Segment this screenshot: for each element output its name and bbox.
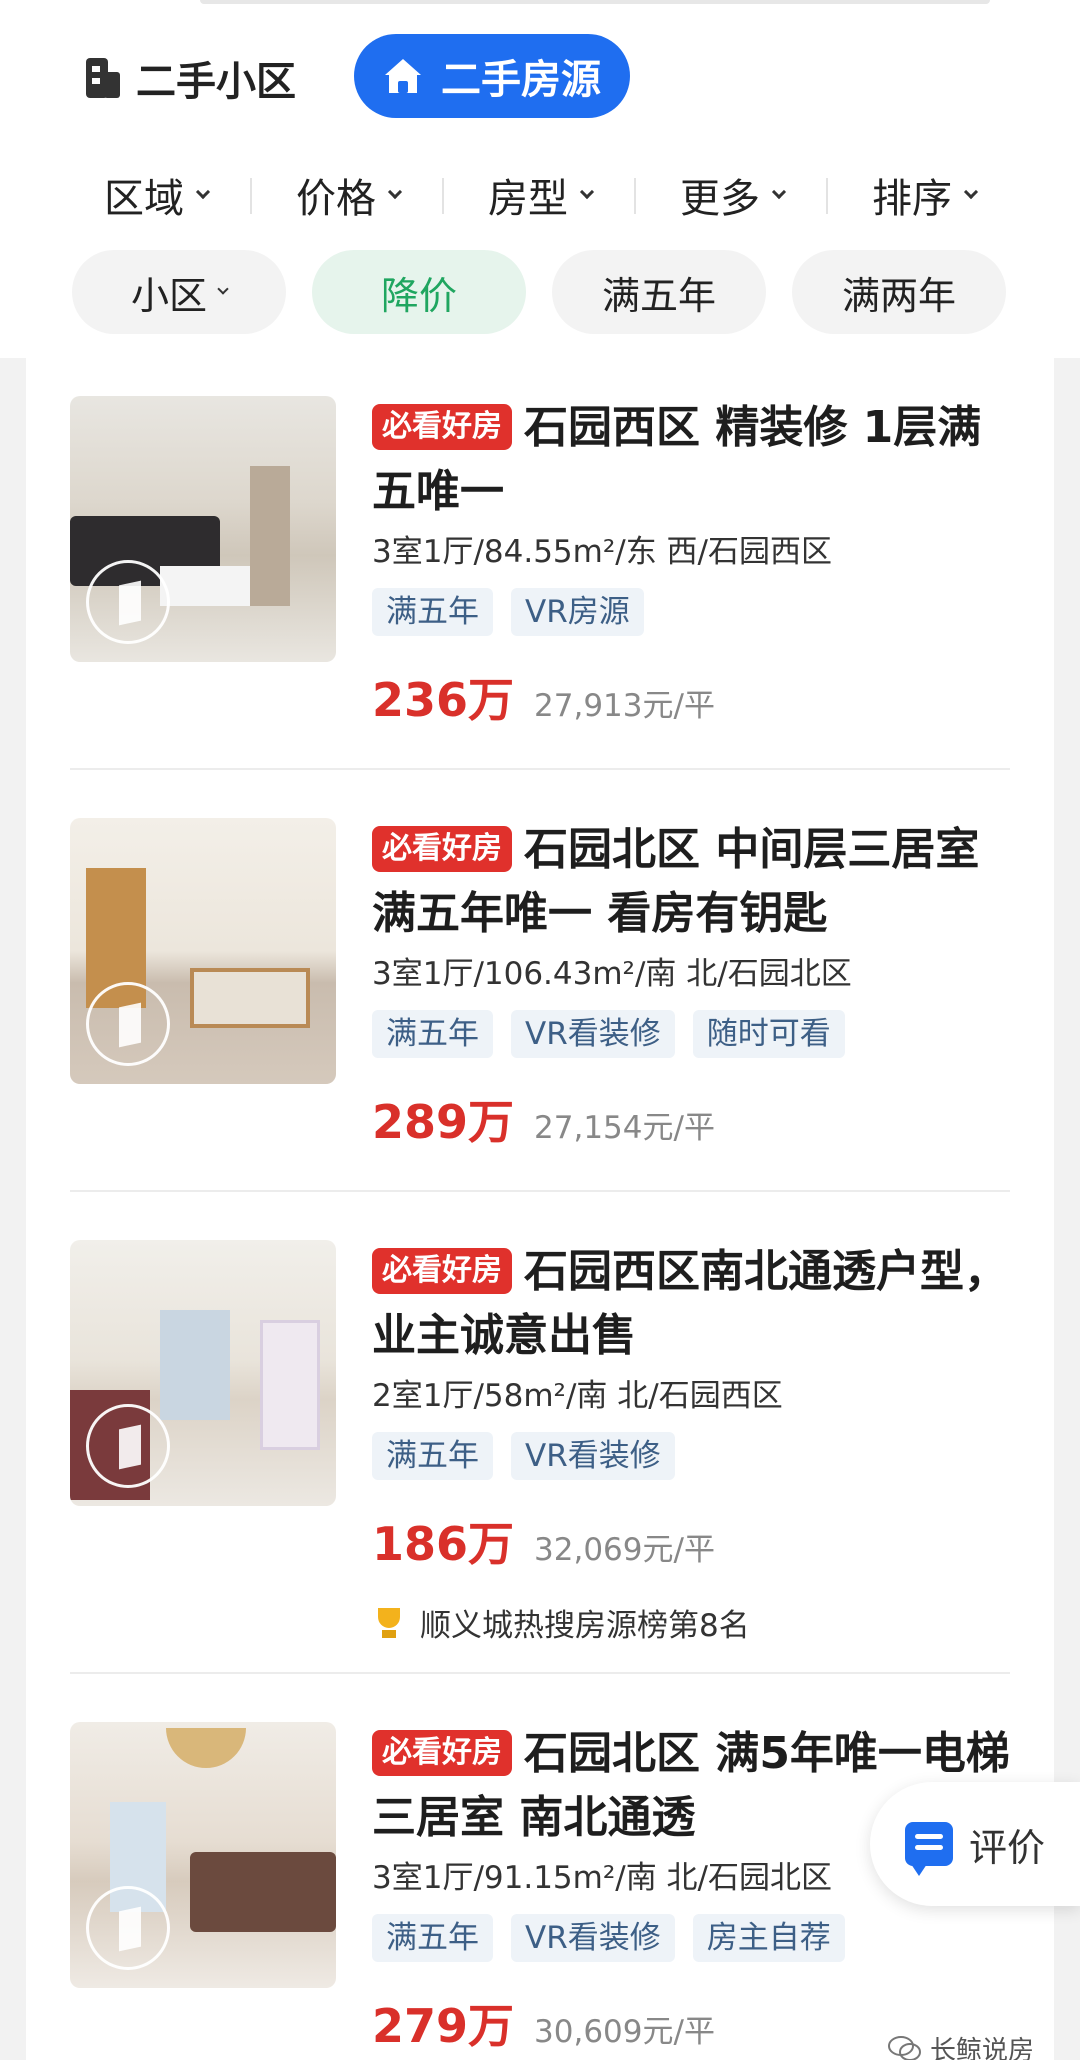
listing-info: 必看好房 石园西区南北通透户型，业主诚意出售 2室1厅/58m²/南 北/石园西区… (372, 1240, 1022, 1645)
listing-info: 必看好房 石园北区 中间层三居室 满五年唯一 看房有钥匙 3室1厅/106.43m… (372, 818, 1022, 1152)
total-price: 289万 (372, 1095, 515, 1149)
listing-info: 必看好房 石园西区 精装修 1层满五唯一 3室1厅/84.55m²/东 西/石园西… (372, 396, 1022, 730)
unit-price: 27,913元/平 (534, 688, 715, 724)
chevron-down-icon (217, 283, 229, 295)
divider (70, 768, 1010, 770)
house-icon (385, 59, 421, 93)
building-icon (86, 58, 120, 98)
filter-bar: 区域 价格 房型 更多 排序 (60, 160, 1020, 230)
hot-badge: 必看好房 (372, 1730, 512, 1776)
unit-price: 27,154元/平 (534, 1110, 715, 1146)
hot-badge: 必看好房 (372, 1248, 512, 1294)
filter-label: 排序 (872, 176, 952, 222)
top-divider (200, 0, 990, 4)
chip-label: 降价 (380, 273, 457, 318)
chip-label: 满五年 (601, 273, 716, 318)
watermark-text: 长鲸说房 (930, 2036, 1035, 2060)
vr-icon (86, 1404, 170, 1488)
chevron-down-icon (963, 184, 979, 200)
evaluate-label: 评价 (968, 1825, 1045, 1870)
listing-tag: 满五年 (372, 588, 493, 636)
listing-tags: 满五年 VR看装修 房主自荐 (372, 1914, 1022, 1962)
tab-community[interactable]: 二手小区 (86, 40, 296, 116)
total-price: 186万 (372, 1517, 515, 1571)
chip-two-years[interactable]: 满两年 (792, 250, 1006, 334)
vr-icon (86, 982, 170, 1066)
watermark: 长鲸说房 (888, 2030, 1034, 2060)
listing-tag: VR看装修 (511, 1914, 675, 1962)
listing-title: 必看好房 石园西区 精装修 1层满五唯一 (372, 396, 1022, 524)
hot-rank-text: 顺义城热搜房源榜第8名 (420, 1608, 750, 1644)
divider (70, 1672, 1010, 1674)
unit-price: 32,069元/平 (534, 1532, 715, 1568)
header: 二手小区 二手房源 区域 价格 房型 更多 排序 小区 降价 满五年 满两年 (0, 0, 1080, 358)
total-price: 236万 (372, 673, 515, 727)
listing-tag: 满五年 (372, 1914, 493, 1962)
listing-tag: 房主自荐 (692, 1914, 845, 1962)
wechat-icon (888, 2035, 921, 2060)
vr-icon (86, 560, 170, 644)
chip-label: 小区 (130, 273, 207, 318)
filter-area[interactable]: 区域 (60, 160, 252, 230)
filter-more[interactable]: 更多 (636, 160, 828, 230)
price-row: 186万 32,069元/平 (372, 1508, 1022, 1574)
hot-rank[interactable]: 顺义城热搜房源榜第8名 (372, 1600, 1022, 1645)
listing-meta: 3室1厅/106.43m²/南 北/石园北区 (372, 956, 852, 992)
listing-tag: VR看装修 (511, 1432, 675, 1480)
chip-community[interactable]: 小区 (72, 250, 286, 334)
chevron-down-icon (771, 184, 787, 200)
tab-community-label: 二手小区 (136, 59, 296, 105)
listing-meta: 2室1厅/58m²/南 北/石园西区 (372, 1378, 783, 1414)
unit-price: 30,609元/平 (534, 2014, 715, 2050)
listing-tag: 随时可看 (692, 1010, 845, 1058)
listing-tag: 满五年 (372, 1010, 493, 1058)
trophy-icon (372, 1606, 406, 1640)
listing-tag: VR看装修 (511, 1010, 675, 1058)
vr-icon (86, 1886, 170, 1970)
tab-listings[interactable]: 二手房源 (354, 34, 630, 118)
chip-price-drop[interactable]: 降价 (312, 250, 526, 334)
filter-label: 房型 (488, 176, 568, 222)
listing-tags: 满五年 VR看装修 随时可看 (372, 1010, 1022, 1058)
hot-badge: 必看好房 (372, 826, 512, 872)
filter-price[interactable]: 价格 (252, 160, 444, 230)
listing-tag: 满五年 (372, 1432, 493, 1480)
listing-photo[interactable] (70, 1722, 336, 1988)
chip-label: 满两年 (841, 273, 956, 318)
chevron-down-icon (195, 184, 211, 200)
filter-label: 更多 (680, 176, 760, 222)
filter-label: 区域 (104, 176, 184, 222)
price-row: 289万 27,154元/平 (372, 1086, 1022, 1152)
listing-photo[interactable] (70, 818, 336, 1084)
filter-sort[interactable]: 排序 (828, 160, 1020, 230)
listing-photo[interactable] (70, 396, 336, 662)
total-price: 279万 (372, 1999, 515, 2053)
listing-title: 必看好房 石园西区南北通透户型，业主诚意出售 (372, 1240, 1022, 1368)
filter-layout[interactable]: 房型 (444, 160, 636, 230)
divider (70, 1190, 1010, 1192)
filter-label: 价格 (296, 176, 376, 222)
listing-photo[interactable] (70, 1240, 336, 1506)
listing-title: 必看好房 石园北区 中间层三居室 满五年唯一 看房有钥匙 (372, 818, 1022, 946)
chip-five-years[interactable]: 满五年 (552, 250, 766, 334)
chevron-down-icon (387, 184, 403, 200)
evaluate-button[interactable]: 评价 (870, 1782, 1080, 1906)
tab-listings-label: 二手房源 (441, 57, 601, 103)
listing-tags: 满五年 VR房源 (372, 588, 1022, 636)
price-row: 236万 27,913元/平 (372, 664, 1022, 730)
listing-meta: 3室1厅/84.55m²/东 西/石园西区 (372, 534, 833, 570)
chevron-down-icon (579, 184, 595, 200)
listing-tags: 满五年 VR看装修 (372, 1432, 1022, 1480)
hot-badge: 必看好房 (372, 404, 512, 450)
listing-tag: VR房源 (511, 588, 644, 636)
chat-icon (904, 1822, 953, 1876)
